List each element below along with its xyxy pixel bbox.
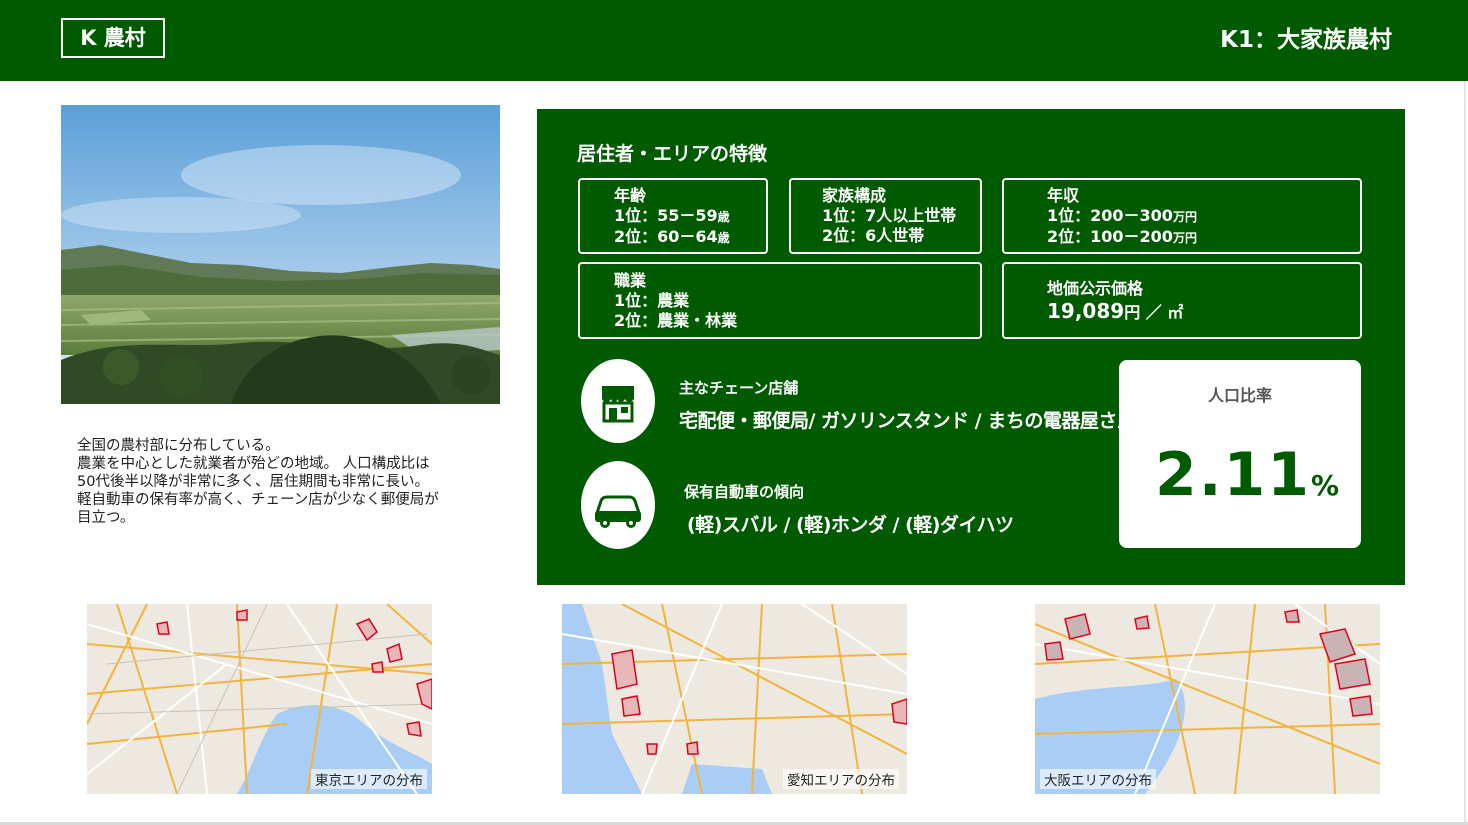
income-label: 年収 [1047, 186, 1080, 205]
job-box: 職業 1位：農業 2位：農業・林業 [578, 262, 982, 339]
area-description: 全国の農村部に分布している。 農業を中心とした就業者が殆どの地域。 人口構成比は… [77, 437, 507, 527]
segment-tag: K 農村 [61, 18, 165, 58]
description-line: 目立つ。 [77, 510, 135, 526]
family-rank-2: 2位：6人世帯 [822, 226, 925, 245]
features-panel: 居住者・エリアの特徴 年齢 1位：55－59歳 2位：60－64歳 家族構成 1… [537, 109, 1405, 585]
store-icon [581, 359, 655, 443]
header-bar: K 農村 K1：大家族農村 [0, 0, 1468, 81]
description-line: 50代後半以降が非常に多く、居住期間も非常に長い。 [77, 474, 429, 490]
osaka-map-caption: 大阪エリアの分布 [1040, 769, 1156, 789]
land-price-label: 地価公示価格 [1047, 279, 1144, 298]
age-label: 年齢 [614, 186, 647, 205]
job-rank-1: 1位：農業 [614, 291, 690, 310]
job-label: 職業 [614, 271, 647, 290]
description-line: 全国の農村部に分布している。 [77, 438, 280, 454]
segment-title: K1：大家族農村 [1220, 27, 1392, 53]
slide-edge [1464, 81, 1466, 825]
ratio-value: 2.11% [1155, 440, 1340, 510]
income-rank-2: 2位：100－200万円 [1047, 227, 1197, 246]
age-rank-2: 2位：60－64歳 [614, 227, 730, 246]
rural-landscape-photo [61, 105, 500, 404]
car-title: 保有自動車の傾向 [684, 483, 805, 501]
tokyo-map: 東京エリアの分布 [87, 604, 432, 794]
osaka-map: 大阪エリアの分布 [1035, 604, 1380, 794]
land-price-value: 19,089円 ／ ㎡ [1047, 299, 1184, 323]
population-ratio-card: 人口比率 2.11% [1119, 360, 1361, 548]
car-text: (軽)スバル / (軽)ホンダ / (軽)ダイハツ [687, 514, 1014, 536]
ratio-label: 人口比率 [1207, 386, 1272, 405]
family-rank-1: 1位：7人以上世帯 [822, 206, 957, 225]
chain-text: 宅配便・郵便局/ ガソリンスタンド / まちの電器屋さん [679, 410, 1136, 432]
description-line: 軽自動車の保有率が高く、チェーン店が少なく郵便局が [77, 492, 439, 508]
age-box: 年齢 1位：55－59歳 2位：60－64歳 [578, 178, 768, 254]
aichi-map-caption: 愛知エリアの分布 [783, 769, 899, 789]
description-line: 農業を中心とした就業者が殆どの地域。 人口構成比は [77, 456, 430, 472]
land-price-box: 地価公示価格 19,089円 ／ ㎡ [1002, 262, 1362, 339]
family-label: 家族構成 [822, 186, 887, 205]
car-icon [581, 461, 655, 549]
features-title: 居住者・エリアの特徴 [577, 143, 768, 165]
age-rank-1: 1位：55－59歳 [614, 206, 730, 225]
income-rank-1: 1位：200－300万円 [1047, 206, 1197, 225]
income-box: 年収 1位：200－300万円 2位：100－200万円 [1002, 178, 1362, 254]
job-rank-2: 2位：農業・林業 [614, 311, 738, 330]
chain-title: 主なチェーン店舗 [679, 379, 799, 397]
tokyo-map-caption: 東京エリアの分布 [311, 769, 427, 789]
family-box: 家族構成 1位：7人以上世帯 2位：6人世帯 [789, 178, 982, 254]
aichi-map: 愛知エリアの分布 [562, 604, 907, 794]
